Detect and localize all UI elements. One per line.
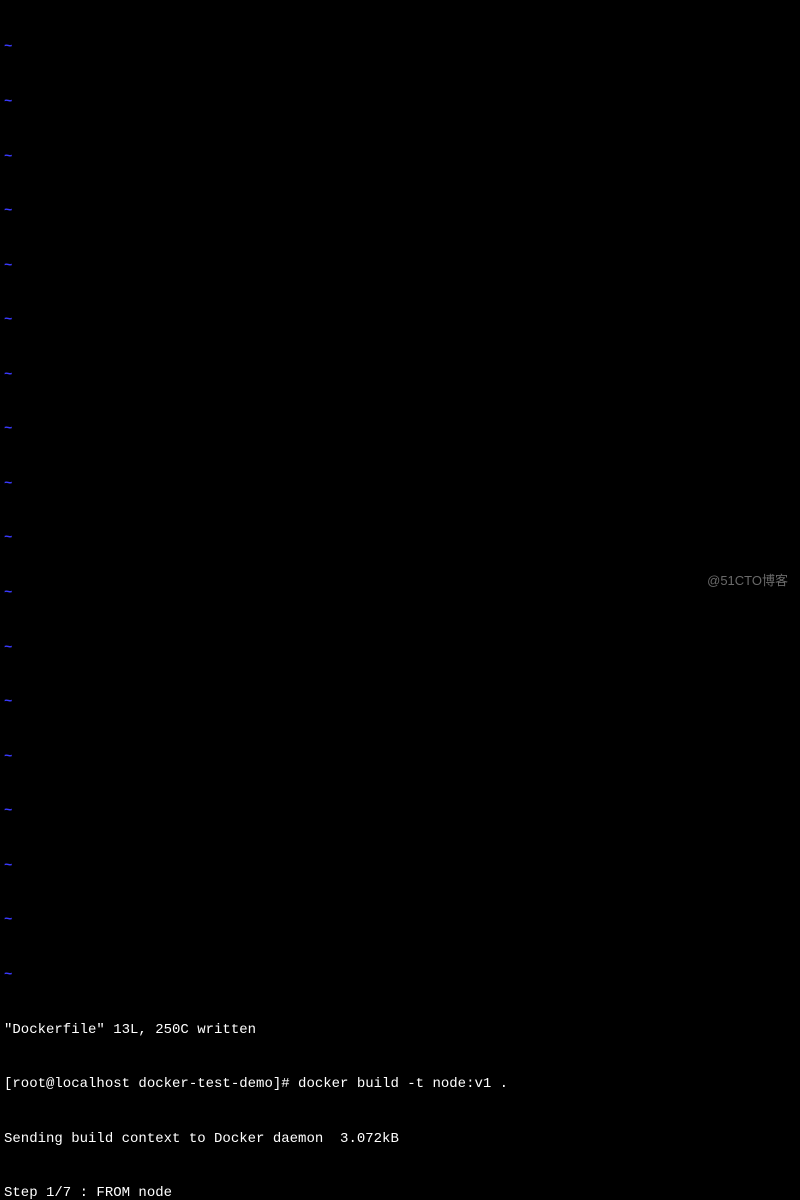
vim-tilde: ~	[4, 38, 796, 56]
vim-tilde: ~	[4, 475, 796, 493]
vim-tilde: ~	[4, 148, 796, 166]
vim-tilde: ~	[4, 966, 796, 984]
shell-prompt[interactable]: [root@localhost docker-test-demo]# docke…	[4, 1075, 796, 1093]
vim-tilde: ~	[4, 857, 796, 875]
vim-tilde: ~	[4, 584, 796, 602]
watermark-text: @51CTO博客	[707, 573, 788, 590]
vim-tilde: ~	[4, 911, 796, 929]
vim-tilde: ~	[4, 93, 796, 111]
vim-tilde: ~	[4, 311, 796, 329]
vim-tilde: ~	[4, 639, 796, 657]
docker-output-context: Sending build context to Docker daemon 3…	[4, 1130, 796, 1148]
vim-tilde: ~	[4, 802, 796, 820]
vim-status-line: "Dockerfile" 13L, 250C written	[4, 1021, 796, 1039]
vim-tilde: ~	[4, 420, 796, 438]
vim-tilde: ~	[4, 202, 796, 220]
vim-tilde: ~	[4, 529, 796, 547]
terminal-view[interactable]: ~ ~ ~ ~ ~ ~ ~ ~ ~ ~ ~ ~ ~ ~ ~ ~ ~ ~ "Doc…	[0, 0, 800, 1200]
vim-tilde: ~	[4, 366, 796, 384]
vim-tilde: ~	[4, 257, 796, 275]
vim-tilde: ~	[4, 693, 796, 711]
docker-output-step: Step 1/7 : FROM node	[4, 1184, 796, 1200]
vim-tilde: ~	[4, 748, 796, 766]
